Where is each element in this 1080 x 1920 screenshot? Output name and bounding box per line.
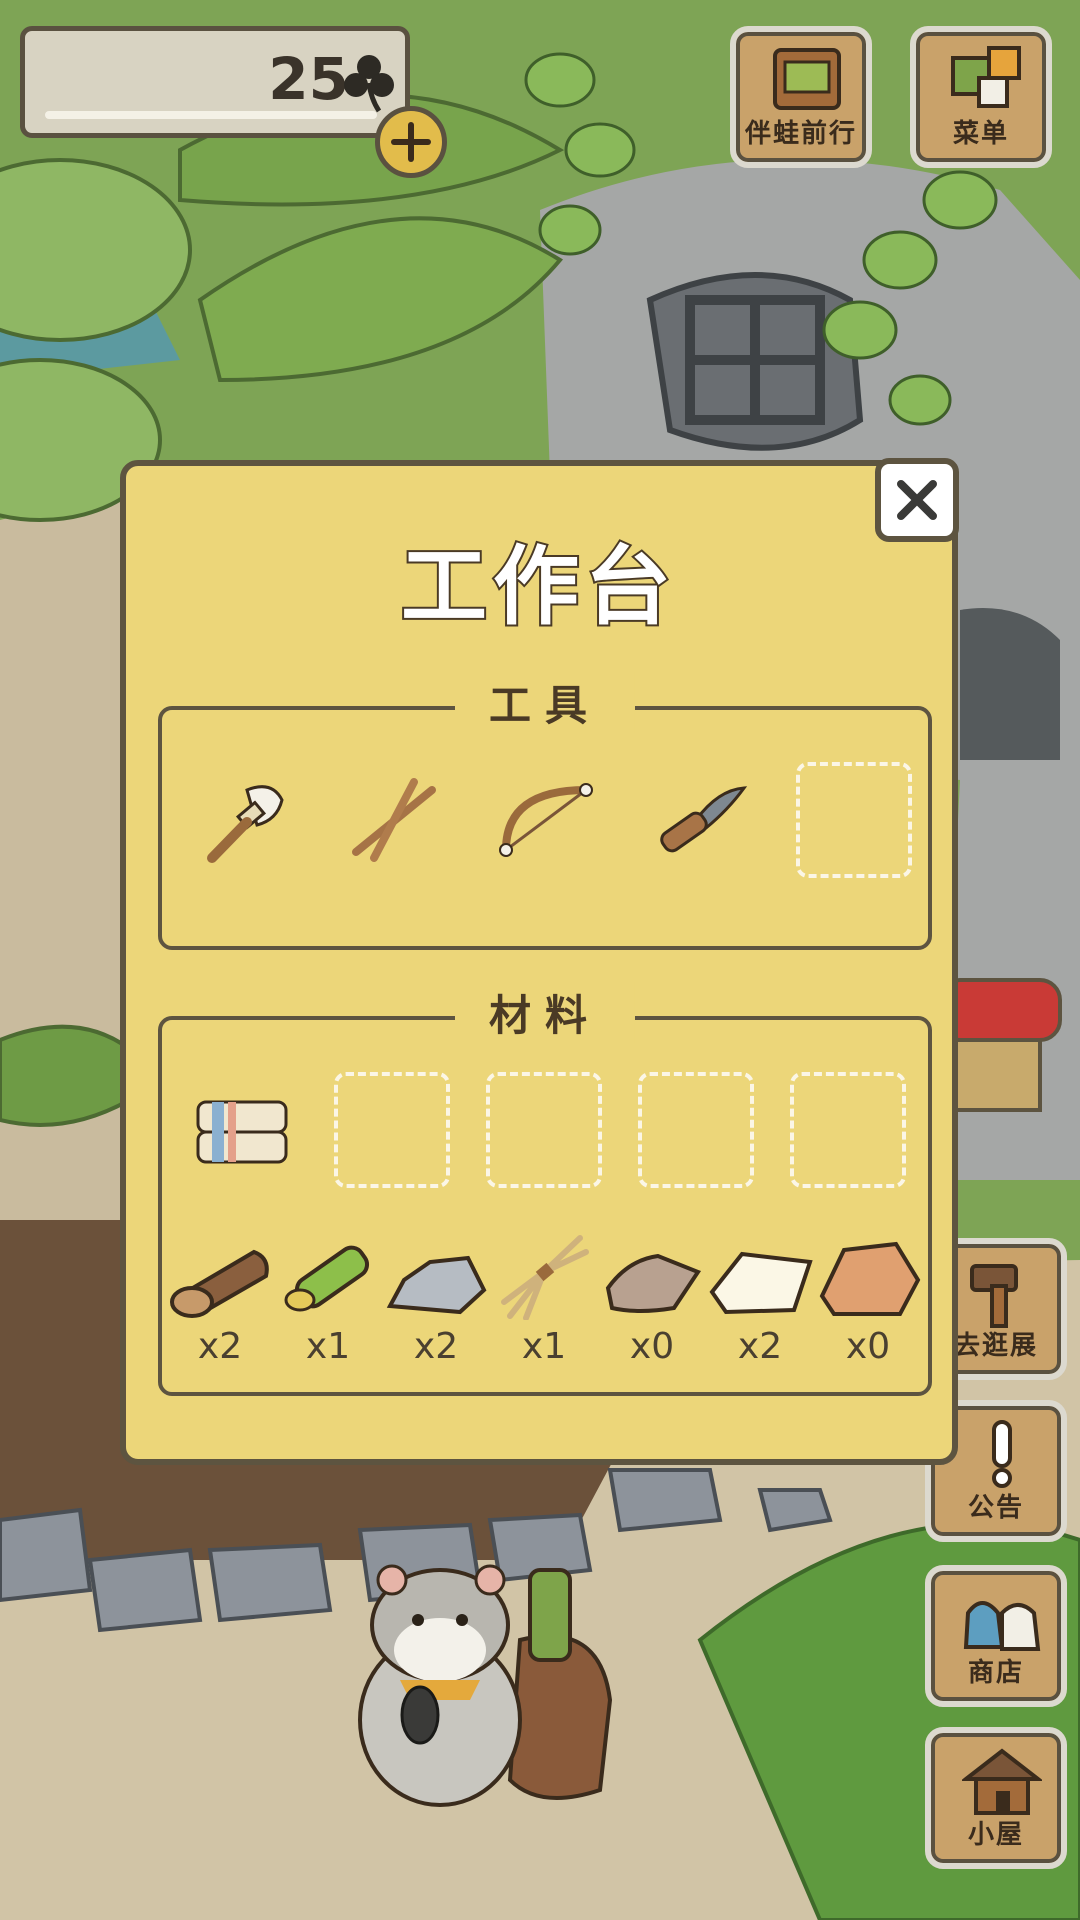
leather-icon[interactable] bbox=[598, 1232, 706, 1320]
notice-label: 公告 bbox=[967, 1493, 1024, 1523]
leather-count: x0 bbox=[629, 1326, 675, 1367]
shop-button[interactable]: 商店 bbox=[925, 1565, 1067, 1707]
bamboo-count: x1 bbox=[305, 1326, 351, 1367]
book-icon bbox=[773, 48, 841, 110]
house-icon bbox=[962, 1748, 1042, 1815]
tools-title: 工具 bbox=[454, 672, 636, 733]
materials-section: 材料 x2 x1 x2 x1 x0 x2 x0 bbox=[158, 982, 932, 1396]
tool-slot-empty[interactable] bbox=[796, 762, 912, 878]
hammer-icon bbox=[970, 1264, 1018, 1328]
add-clover-button[interactable] bbox=[375, 106, 447, 178]
materials-title: 材料 bbox=[454, 982, 636, 1043]
bow-saw-icon[interactable] bbox=[496, 770, 596, 870]
travel-with-frog-button[interactable]: 伴蛙前行 bbox=[730, 26, 872, 168]
material-slot-empty[interactable] bbox=[486, 1072, 602, 1188]
close-icon bbox=[897, 480, 937, 520]
log-icon[interactable] bbox=[166, 1232, 274, 1320]
cloth-bundle-icon[interactable] bbox=[192, 1092, 292, 1172]
shop-label: 商店 bbox=[967, 1658, 1024, 1688]
clover-icon bbox=[344, 55, 394, 113]
material-slot-empty[interactable] bbox=[638, 1072, 754, 1188]
clover-counter: 25 bbox=[20, 26, 410, 138]
close-button[interactable] bbox=[875, 458, 959, 542]
material-slot-empty[interactable] bbox=[334, 1072, 450, 1188]
bamboo-icon[interactable] bbox=[274, 1232, 382, 1320]
knife-icon[interactable] bbox=[648, 770, 748, 870]
stone-count: x2 bbox=[413, 1326, 459, 1367]
exclamation-icon bbox=[992, 1420, 1012, 1488]
crossed-sticks-icon[interactable] bbox=[344, 770, 444, 870]
tools-section: 工具 bbox=[158, 672, 932, 950]
straw-count: x1 bbox=[521, 1326, 567, 1367]
workbench-dialog: 工作台 工具 材料 x2 x1 x2 x1 x0 x2 x0 bbox=[120, 460, 958, 1465]
dialog-title: 工作台 bbox=[399, 535, 677, 639]
clover-count: 25 bbox=[268, 45, 349, 113]
travel-label: 伴蛙前行 bbox=[744, 119, 857, 149]
plus-icon bbox=[391, 122, 431, 162]
brush-icon[interactable] bbox=[192, 770, 292, 870]
log-count: x2 bbox=[197, 1326, 243, 1367]
straw-icon[interactable] bbox=[490, 1232, 598, 1320]
paper-icon[interactable] bbox=[706, 1232, 814, 1320]
house-button[interactable]: 小屋 bbox=[925, 1727, 1067, 1869]
menu-button[interactable]: 菜单 bbox=[910, 26, 1052, 168]
paper-count: x2 bbox=[737, 1326, 783, 1367]
menu-label: 菜单 bbox=[952, 119, 1009, 149]
material-slot-empty[interactable] bbox=[790, 1072, 906, 1188]
stone-icon[interactable] bbox=[382, 1232, 490, 1320]
menu-icon bbox=[951, 46, 1021, 108]
house-label: 小屋 bbox=[967, 1820, 1024, 1850]
clay-count: x0 bbox=[845, 1326, 891, 1367]
shop-bags-icon bbox=[963, 1601, 1041, 1651]
clover-bar bbox=[45, 111, 377, 119]
clay-icon[interactable] bbox=[814, 1232, 922, 1320]
